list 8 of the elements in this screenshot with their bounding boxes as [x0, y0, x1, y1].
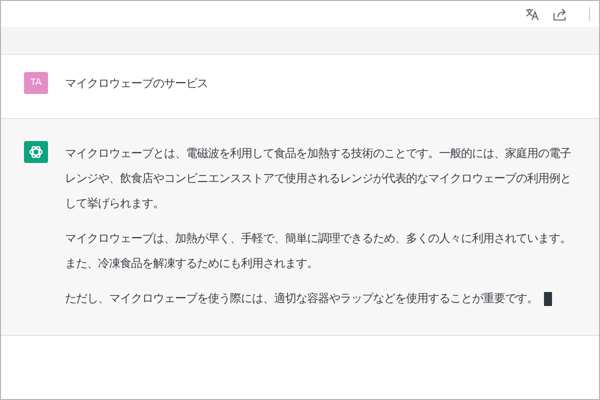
share-icon[interactable] [553, 8, 567, 20]
prompt-text: マイクロウェーブのサービス [65, 75, 209, 92]
response-paragraph: ただし、マイクロウェーブを使う際には、適切な容器やラップなどを使用することが重要です。 [65, 290, 538, 307]
response-paragraph: マイクロウェーブは、加熱が早く、手軽で、簡単に調理できるため、多くの人々に利用されています。また、冷凍食品を解凍するためにも利用されます。 [65, 230, 572, 272]
response-paragraph: マイクロウェーブとは、電磁波を利用して食品を加熱する技術のことです。一般的には、家庭用の電子レンジや、飲食店やコンビニエンスストアで使用されるレンジが代表的なマイクロウェーブの利用例として挙げられます。 [65, 145, 572, 212]
user-avatar: TA [24, 72, 48, 94]
translate-icon[interactable] [525, 8, 539, 20]
assistant-logo-icon [24, 141, 48, 163]
